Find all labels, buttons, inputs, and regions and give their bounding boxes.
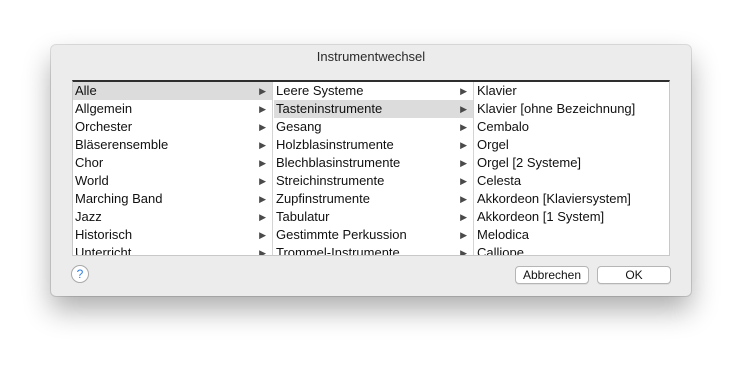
family-item-label: Holzblasinstrumente: [276, 137, 394, 152]
category-item[interactable]: Jazz ▶: [73, 208, 272, 226]
family-item-label: Zupfinstrumente: [276, 191, 370, 206]
family-item[interactable]: Leere Systeme ▶: [274, 82, 473, 100]
triangle-right-icon: ▶: [259, 176, 266, 186]
instrument-item-label: Orgel [2 Systeme]: [477, 155, 582, 170]
instrument-item[interactable]: Melodica: [475, 226, 669, 244]
family-item-label: Gestimmte Perkussion: [276, 227, 407, 242]
category-item-label: Allgemein: [75, 101, 133, 116]
category-item[interactable]: Alle ▶: [73, 82, 272, 100]
instrument-item[interactable]: Orgel: [475, 136, 669, 154]
family-column[interactable]: Leere Systeme ▶ Tasteninstrumente ▶ Gesang ▶ H…: [274, 82, 474, 256]
instrument-item[interactable]: Orgel [2 Systeme]: [475, 154, 669, 172]
category-item-label: Alle: [75, 83, 97, 98]
triangle-right-icon: ▶: [460, 248, 467, 256]
category-item[interactable]: Unterricht ▶: [73, 244, 272, 256]
triangle-right-icon: ▶: [259, 158, 266, 168]
triangle-right-icon: ▶: [460, 176, 467, 186]
category-item-label: Orchester: [75, 119, 133, 134]
triangle-right-icon: ▶: [259, 122, 266, 132]
triangle-right-icon: ▶: [259, 86, 266, 96]
family-item-label: Tabulatur: [276, 209, 330, 224]
family-item[interactable]: Holzblasinstrumente ▶: [274, 136, 473, 154]
instrument-change-dialog: Instrumentwechsel Alle ▶ Allgemein ▶ Orchest…: [51, 45, 691, 296]
family-item-label: Blechblasinstrumente: [276, 155, 401, 170]
family-item-label: Trommel-Instrumente: [276, 245, 400, 256]
family-item[interactable]: Gestimmte Perkussion ▶: [274, 226, 473, 244]
category-item-label: Unterricht: [75, 245, 132, 256]
triangle-right-icon: ▶: [259, 212, 266, 222]
instrument-item-label: Klavier: [477, 83, 517, 98]
category-item[interactable]: Orchester ▶: [73, 118, 272, 136]
instrument-item[interactable]: Akkordeon [1 System]: [475, 208, 669, 226]
triangle-right-icon: ▶: [460, 230, 467, 240]
triangle-right-icon: ▶: [259, 194, 266, 204]
family-item-label: Leere Systeme: [276, 83, 364, 98]
instrument-item-label: Akkordeon [1 System]: [477, 209, 605, 224]
dialog-title: Instrumentwechsel: [316, 49, 426, 64]
family-item[interactable]: Gesang ▶: [274, 118, 473, 136]
family-item[interactable]: Streichinstrumente ▶: [274, 172, 473, 190]
family-item[interactable]: Tasteninstrumente ▶: [274, 100, 473, 118]
instrument-item-label: Celesta: [477, 173, 522, 188]
triangle-right-icon: ▶: [460, 212, 467, 222]
category-item[interactable]: Chor ▶: [73, 154, 272, 172]
category-item-label: Bläserensemble: [75, 137, 169, 152]
triangle-right-icon: ▶: [460, 122, 467, 132]
cancel-button[interactable]: Abbrechen: [515, 266, 589, 284]
instrument-item[interactable]: Klavier: [475, 82, 669, 100]
triangle-right-icon: ▶: [259, 248, 266, 256]
instrument-item[interactable]: Celesta: [475, 172, 669, 190]
family-item-label: Gesang: [276, 119, 322, 134]
category-item[interactable]: Marching Band ▶: [73, 190, 272, 208]
triangle-right-icon: ▶: [460, 194, 467, 204]
instrument-item-label: Cembalo: [477, 119, 530, 134]
category-item[interactable]: Allgemein ▶: [73, 100, 272, 118]
category-item-label: Jazz: [75, 209, 102, 224]
instrument-item[interactable]: Klavier [ohne Bezeichnung]: [475, 100, 669, 118]
category-item[interactable]: Historisch ▶: [73, 226, 272, 244]
family-item[interactable]: Trommel-Instrumente ▶: [274, 244, 473, 256]
help-icon[interactable]: ?: [71, 265, 89, 283]
category-item[interactable]: Bläserensemble ▶: [73, 136, 272, 154]
instrument-item[interactable]: Calliope: [475, 244, 669, 256]
instrument-column[interactable]: Klavier Klavier [ohne Bezeichnung] Cembalo…: [475, 82, 669, 256]
triangle-right-icon: ▶: [259, 140, 266, 150]
category-item-label: Chor: [75, 155, 104, 170]
category-item-label: Marching Band: [75, 191, 163, 206]
ok-button[interactable]: OK: [597, 266, 671, 284]
triangle-right-icon: ▶: [259, 230, 266, 240]
family-item[interactable]: Zupfinstrumente ▶: [274, 190, 473, 208]
instrument-item[interactable]: Cembalo: [475, 118, 669, 136]
triangle-right-icon: ▶: [460, 140, 467, 150]
family-item[interactable]: Tabulatur ▶: [274, 208, 473, 226]
category-item-label: World: [75, 173, 109, 188]
instrument-item-label: Melodica: [477, 227, 530, 242]
category-item[interactable]: World ▶: [73, 172, 272, 190]
family-item-label: Tasteninstrumente: [276, 101, 383, 116]
instrument-item[interactable]: Akkordeon [Klaviersystem]: [475, 190, 669, 208]
instrument-item-label: Akkordeon [Klaviersystem]: [477, 191, 631, 206]
family-item[interactable]: Blechblasinstrumente ▶: [274, 154, 473, 172]
instrument-item-label: Klavier [ohne Bezeichnung]: [477, 101, 636, 116]
triangle-right-icon: ▶: [460, 104, 467, 114]
triangle-right-icon: ▶: [259, 104, 266, 114]
triangle-right-icon: ▶: [460, 158, 467, 168]
instrument-item-label: Calliope: [477, 245, 524, 256]
triangle-right-icon: ▶: [460, 86, 467, 96]
column-browser: Alle ▶ Allgemein ▶ Orchester ▶ Bläserensemble ▶…: [72, 80, 670, 256]
category-column[interactable]: Alle ▶ Allgemein ▶ Orchester ▶ Bläserensemble ▶…: [73, 82, 273, 256]
instrument-item-label: Orgel: [477, 137, 509, 152]
category-item-label: Historisch: [75, 227, 133, 242]
family-item-label: Streichinstrumente: [276, 173, 385, 188]
